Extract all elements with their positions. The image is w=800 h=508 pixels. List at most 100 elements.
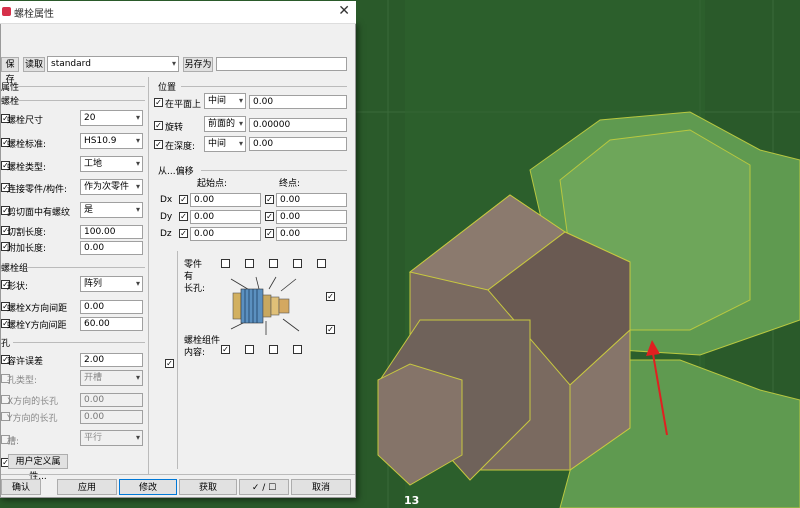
contents-washer2-checkbox[interactable] (269, 345, 278, 354)
dy-start-checkbox[interactable]: ✓ (179, 212, 188, 221)
part-slot-5-checkbox[interactable] (317, 259, 326, 268)
dz-label: Dz (160, 229, 172, 239)
contents-bolt-checkbox[interactable]: ✓ (221, 345, 230, 354)
y-slot-input[interactable]: 0.00 (80, 410, 143, 424)
contents-washer1-checkbox[interactable] (245, 345, 254, 354)
rotation-select[interactable]: 前面的 ▾ (204, 116, 246, 132)
assembly-enable-checkbox[interactable]: ✓ (165, 359, 174, 368)
hole-type-label: 孔类型: (7, 376, 38, 386)
x-slot-input[interactable]: 0.00 (80, 393, 143, 407)
dy-label: Dy (160, 212, 173, 222)
slot-right-checkbox[interactable]: ✓ (326, 292, 335, 301)
x-spacing-label: 螺栓X方向间距 (7, 304, 68, 314)
cut-length-input[interactable]: 100.00 (80, 225, 143, 239)
plane-select[interactable]: 中间 ▾ (204, 93, 246, 109)
chevron-down-icon: ▾ (238, 119, 243, 128)
bolt-type-select[interactable]: 工地 ▾ (80, 156, 143, 172)
rotation-checkbox[interactable]: ✓ (154, 121, 163, 130)
slot-hole-label: 长孔: (184, 284, 206, 294)
dz-end-checkbox[interactable]: ✓ (265, 229, 274, 238)
divider (1, 474, 355, 475)
divider (17, 86, 145, 87)
save-button[interactable]: 保存 (1, 57, 19, 85)
chevron-down-icon: ▾ (135, 433, 140, 442)
part-slot-3-checkbox[interactable] (269, 259, 278, 268)
contents-nut-checkbox[interactable] (293, 345, 302, 354)
part-slot-4-checkbox[interactable] (293, 259, 302, 268)
close-icon[interactable]: ✕ (338, 3, 350, 19)
dx-end-checkbox[interactable]: ✓ (265, 195, 274, 204)
dx-start-input[interactable]: 0.00 (190, 193, 261, 207)
thread-label: 剪切面中有螺纹 (7, 208, 71, 218)
hole-header: 孔 (1, 339, 11, 349)
rotation-angle-input[interactable]: 0.00000 (249, 118, 347, 132)
bolt-size-select[interactable]: 20 ▾ (80, 110, 143, 126)
dz-start-checkbox[interactable]: ✓ (179, 229, 188, 238)
title-bar: 螺栓属性 ✕ (0, 1, 356, 24)
save-as-name-input[interactable] (216, 57, 347, 71)
dz-start-input[interactable]: 0.00 (190, 227, 261, 241)
chevron-down-icon: ▾ (135, 136, 140, 145)
preset-select[interactable]: standard ▾ (47, 56, 179, 72)
slot-label: 槽: (7, 437, 20, 447)
connect-part-select[interactable]: 作为次零件 ▾ (80, 179, 143, 195)
toggle-all-button[interactable]: ✓ / ☐ (239, 479, 289, 495)
ok-button[interactable]: 确认 (1, 479, 41, 495)
dy-start-input[interactable]: 0.00 (190, 210, 261, 224)
part-slot-1-checkbox[interactable] (221, 259, 230, 268)
chevron-down-icon: ▾ (135, 205, 140, 214)
thread-select[interactable]: 是 ▾ (80, 202, 143, 218)
get-button[interactable]: 获取 (179, 479, 237, 495)
modify-button[interactable]: 修改 (119, 479, 177, 495)
dy-end-checkbox[interactable]: ✓ (265, 212, 274, 221)
depth-checkbox[interactable]: ✓ (154, 140, 163, 149)
load-button[interactable]: 读取 (23, 57, 45, 72)
bolt-assembly-icon (230, 276, 300, 335)
dy-end-input[interactable]: 0.00 (276, 210, 347, 224)
contents-right-checkbox[interactable]: ✓ (326, 325, 335, 334)
chevron-down-icon: ▾ (135, 113, 140, 122)
assembly-contents-sub-label: 内容: (184, 348, 206, 358)
hole-type-select[interactable]: 开槽 ▾ (80, 370, 143, 386)
bolt-type-label: 螺栓类型: (7, 163, 47, 173)
slot-value: 平行 (84, 433, 103, 443)
cancel-button[interactable]: 取消 (291, 479, 351, 495)
bolt-type-value: 工地 (84, 159, 103, 169)
x-spacing-input[interactable]: 0.00 (80, 300, 143, 314)
part-slot-2-checkbox[interactable] (245, 259, 254, 268)
plane-value: 中间 (208, 96, 227, 106)
x-slot-label: X方向的长孔 (7, 397, 59, 407)
slot-select[interactable]: 平行 ▾ (80, 430, 143, 446)
bolt-standard-select[interactable]: HS10.9 ▾ (80, 133, 143, 149)
chevron-down-icon: ▾ (238, 139, 243, 148)
start-point-label: 起始点: (197, 179, 228, 189)
preset-value: standard (51, 59, 91, 69)
depth-offset-input[interactable]: 0.00 (249, 137, 347, 151)
end-point-label: 终点: (279, 179, 301, 189)
depth-value: 中间 (208, 139, 227, 149)
y-spacing-input[interactable]: 60.00 (80, 317, 143, 331)
dx-start-checkbox[interactable]: ✓ (179, 195, 188, 204)
depth-select[interactable]: 中间 ▾ (204, 136, 246, 152)
plane-offset-input[interactable]: 0.00 (249, 95, 347, 109)
chevron-down-icon: ▾ (171, 59, 176, 68)
grid-label: 13 (404, 494, 420, 507)
dz-end-input[interactable]: 0.00 (276, 227, 347, 241)
dx-end-input[interactable]: 0.00 (276, 193, 347, 207)
bolt-standard-label: 螺栓标准: (7, 140, 47, 150)
shape-label: 形状: (7, 282, 29, 292)
shape-select[interactable]: 阵列 ▾ (80, 276, 143, 292)
window-title: 螺栓属性 (14, 9, 54, 20)
connect-part-value: 作为次零件 (84, 182, 130, 192)
connect-part-label: 连接零件/构件: (7, 185, 68, 195)
save-as-button[interactable]: 另存为 (183, 57, 213, 72)
plane-label: 在平面上 (165, 100, 202, 110)
user-attributes-button[interactable]: 用户定义属性... (8, 454, 68, 482)
thread-value: 是 (84, 205, 94, 215)
extra-length-input[interactable]: 0.00 (80, 241, 143, 255)
tolerance-input[interactable]: 2.00 (80, 353, 143, 367)
app-icon (2, 7, 11, 16)
apply-button[interactable]: 应用 (57, 479, 117, 495)
offset-header: 从...偏移 (158, 167, 194, 177)
plane-checkbox[interactable]: ✓ (154, 98, 163, 107)
